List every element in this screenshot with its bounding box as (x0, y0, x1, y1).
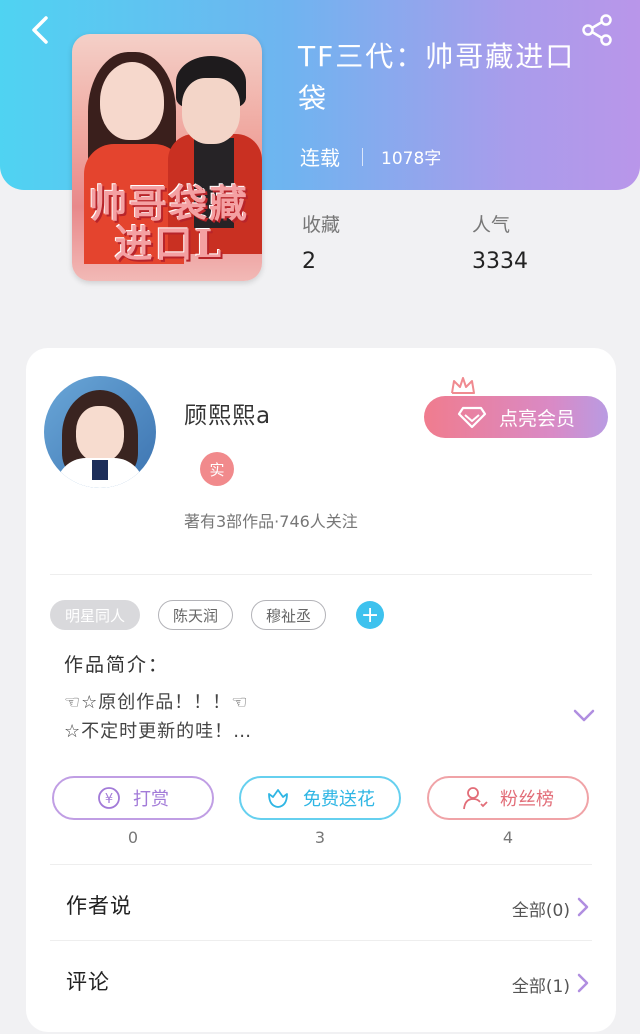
cover-title-text: 帅哥袋藏进口L (88, 181, 249, 266)
tag-item[interactable]: 穆祉丞 (251, 600, 327, 630)
comments-title: 评论 (66, 970, 110, 994)
tag-list: 明星同人 陈天润 穆祉丞 + (50, 600, 385, 630)
chevron-right-icon (577, 973, 589, 993)
reward-label: 打赏 (133, 789, 169, 810)
favorites-stat: 收藏 2 (302, 210, 340, 274)
comments-row[interactable]: 评论 全部(1) (26, 946, 616, 1016)
word-count: 1078字 (381, 149, 442, 169)
intro-line: ☆不定时更新的哇！… (64, 721, 253, 742)
book-cover[interactable]: 帅哥袋藏进口L (72, 34, 262, 281)
author-avatar[interactable] (44, 376, 156, 488)
yuan-coin-icon: ¥ (98, 787, 120, 809)
serial-status: 连载 (300, 146, 340, 170)
fans-count: 4 (502, 828, 514, 847)
vip-membership-button[interactable]: 点亮会员 (424, 396, 608, 438)
author-meta: 著有3部作品·746人关注 (184, 512, 358, 531)
send-flower-label: 免费送花 (303, 789, 375, 810)
reward-count: 0 (127, 828, 139, 847)
tag-category[interactable]: 明星同人 (50, 600, 141, 630)
back-button[interactable] (22, 12, 58, 48)
chevron-right-icon (577, 897, 589, 917)
flower-icon (268, 789, 288, 808)
fans-ranking-label: 粉丝榜 (500, 789, 554, 810)
diamond-icon (457, 406, 487, 429)
book-detail-card: 顾熙熙a 实 著有3部作品·746人关注 点亮会员 明星同人 陈天润 穆祉丞 +… (26, 348, 616, 1032)
intro-title: 作品简介： (64, 654, 170, 676)
favorites-value: 2 (302, 249, 316, 274)
popularity-value: 3334 (472, 249, 528, 274)
back-arrow-icon (32, 16, 48, 44)
author-notes-all-link[interactable]: 全部(0) (512, 896, 570, 921)
book-title: TF三代：帅哥藏进口袋 (298, 40, 576, 115)
fans-user-icon (463, 787, 488, 810)
divider (50, 940, 592, 941)
crown-icon (451, 377, 475, 394)
popularity-label: 人气 (472, 214, 511, 236)
vip-button-label: 点亮会员 (498, 407, 575, 430)
intro-text: ☜☆原创作品！！！☜ ☆不定时更新的哇！… (64, 688, 252, 746)
add-tag-button[interactable]: + (356, 601, 385, 629)
reward-button[interactable]: ¥ 打赏 (52, 776, 214, 820)
book-status-row: 连载 1078字 (300, 142, 441, 171)
tag-item[interactable]: 陈天润 (158, 600, 234, 630)
status-divider (362, 147, 363, 166)
author-notes-title: 作者说 (66, 894, 132, 918)
favorites-label: 收藏 (302, 214, 341, 236)
divider (50, 864, 592, 865)
svg-text:¥: ¥ (105, 792, 113, 807)
author-name[interactable]: 顾熙熙a (184, 396, 271, 430)
divider (50, 574, 592, 575)
comments-all-link[interactable]: 全部(1) (512, 972, 570, 997)
fans-ranking-button[interactable]: 粉丝榜 (427, 776, 589, 820)
author-notes-row[interactable]: 作者说 全部(0) (26, 870, 616, 940)
flower-count: 3 (314, 828, 326, 847)
chevron-down-icon[interactable] (572, 708, 596, 724)
verified-badge: 实 (200, 452, 234, 486)
intro-line: ☜☆原创作品！！！☜ (64, 692, 249, 713)
popularity-stat: 人气 3334 (472, 210, 528, 274)
send-flower-button[interactable]: 免费送花 (239, 776, 401, 820)
